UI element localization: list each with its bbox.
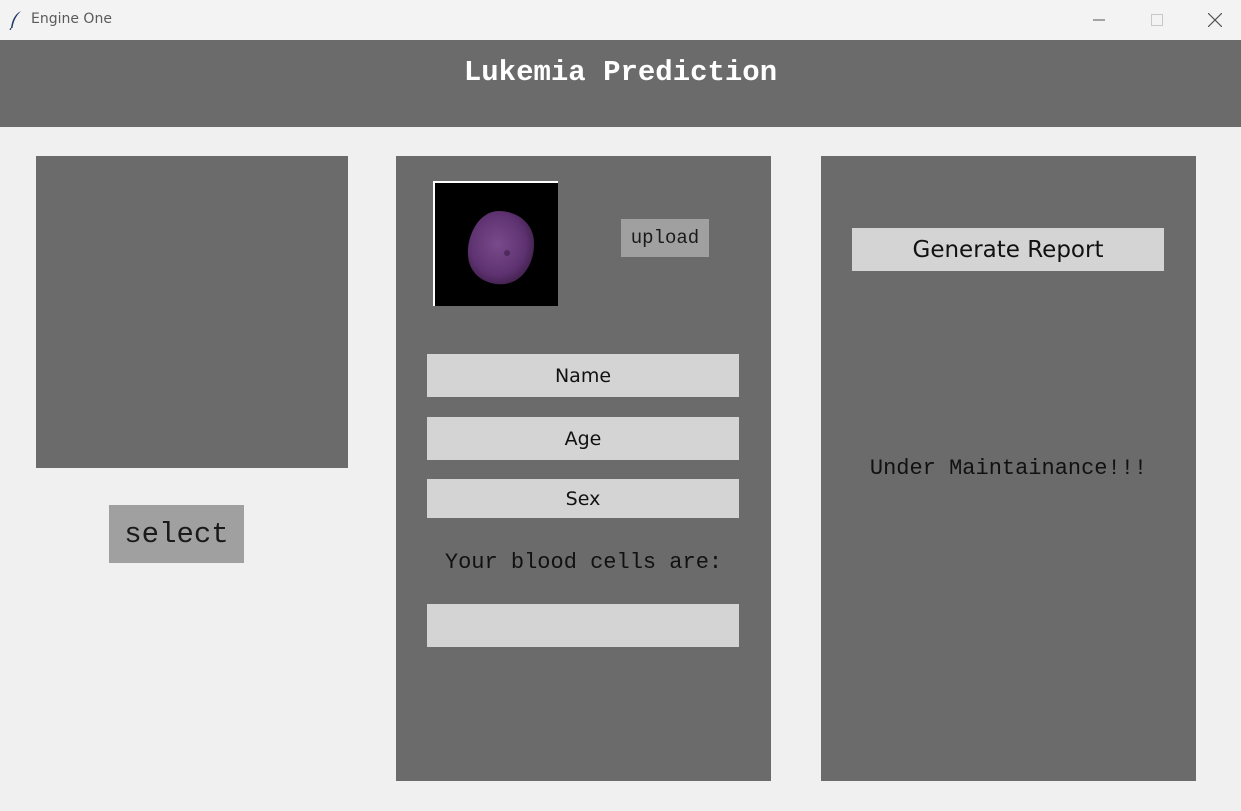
- image-preview-panel: [36, 156, 348, 468]
- generate-report-button[interactable]: Generate Report: [852, 228, 1164, 271]
- report-panel: Generate Report Under Maintainance!!!: [821, 156, 1196, 781]
- upload-button[interactable]: upload: [621, 219, 709, 257]
- result-label: Your blood cells are:: [444, 550, 723, 575]
- window-titlebar: Engine One: [0, 0, 1241, 40]
- patient-panel: upload Name Age Sex Your blood cells are…: [396, 156, 771, 781]
- close-icon: [1208, 13, 1222, 27]
- window-title: Engine One: [31, 11, 112, 27]
- close-button[interactable]: [1186, 0, 1241, 40]
- minimize-icon: [1093, 19, 1105, 21]
- maximize-icon: [1151, 14, 1163, 26]
- maintenance-status: Under Maintainance!!!: [869, 456, 1148, 481]
- select-button[interactable]: select: [109, 505, 244, 563]
- blood-cell-thumbnail: [433, 181, 558, 306]
- sex-field[interactable]: Sex: [427, 479, 739, 518]
- blood-cell-image: [467, 211, 535, 285]
- page-title: Lukemia Prediction: [463, 56, 778, 89]
- app-header: Lukemia Prediction: [0, 40, 1241, 127]
- result-field: [427, 604, 739, 647]
- name-field[interactable]: Name: [427, 354, 739, 397]
- maximize-button[interactable]: [1128, 0, 1186, 40]
- minimize-button[interactable]: [1070, 0, 1128, 40]
- age-field[interactable]: Age: [427, 417, 739, 460]
- feather-icon: [9, 11, 21, 30]
